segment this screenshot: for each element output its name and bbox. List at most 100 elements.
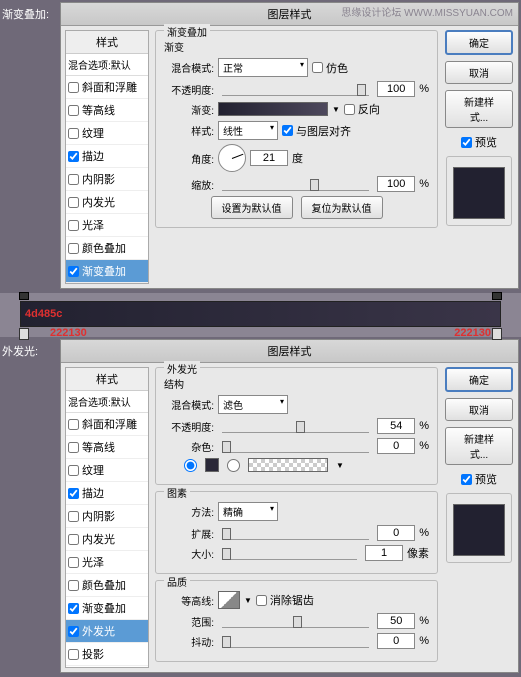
elements-title: 图素 xyxy=(164,485,190,500)
gradient-picker[interactable] xyxy=(218,102,328,116)
gradient-overlay-group: 渐变叠加 渐变 混合模式:正常仿色 不透明度:100% 渐变:▼反向 样式:线性… xyxy=(155,30,438,228)
style-contour-2[interactable]: 等高线 xyxy=(66,436,148,459)
blend-options-default-2[interactable]: 混合选项:默认 xyxy=(66,391,148,413)
range-label: 范围: xyxy=(164,614,214,629)
quality-title: 品质 xyxy=(164,574,190,589)
jitter-label: 抖动: xyxy=(164,634,214,649)
jitter-value[interactable]: 0 xyxy=(377,633,415,649)
style-satin-2[interactable]: 光泽 xyxy=(66,551,148,574)
ok-button[interactable]: 确定 xyxy=(445,30,513,55)
section-label-glow: 外发光: xyxy=(0,337,60,365)
gradient-style-select[interactable]: 线性 xyxy=(218,121,278,140)
color-radio-solid[interactable] xyxy=(184,459,197,472)
glow-opacity-value[interactable]: 54 xyxy=(377,418,415,434)
style-color-overlay[interactable]: 颜色叠加 xyxy=(66,237,148,260)
glow-color-swatch[interactable] xyxy=(205,458,219,472)
styles-header-2: 样式 xyxy=(66,368,148,391)
struct-label: 结构 xyxy=(164,376,429,391)
ok-button-2[interactable]: 确定 xyxy=(445,367,513,392)
color-radio-gradient[interactable] xyxy=(227,459,240,472)
style-satin[interactable]: 光泽 xyxy=(66,214,148,237)
preview-checkbox-2[interactable]: 预览 xyxy=(461,471,497,487)
style-bevel-2[interactable]: 斜面和浮雕 xyxy=(66,413,148,436)
glow-blend-select[interactable]: 滤色 xyxy=(218,395,288,414)
elements-group: 图素 方法:精确 扩展:0% 大小:1像素 xyxy=(155,491,438,574)
opacity-stop-left[interactable] xyxy=(19,292,29,300)
range-value[interactable]: 50 xyxy=(377,613,415,629)
scale-value[interactable]: 100 xyxy=(377,176,415,192)
cancel-button-2[interactable]: 取消 xyxy=(445,398,513,421)
range-slider[interactable] xyxy=(222,614,369,628)
style-inner-shadow[interactable]: 内阴影 xyxy=(66,168,148,191)
style-inner-glow-2[interactable]: 内发光 xyxy=(66,528,148,551)
style-gradient-overlay-2[interactable]: 渐变叠加 xyxy=(66,597,148,620)
size-slider[interactable] xyxy=(222,546,357,560)
blend-mode-label: 混合模式: xyxy=(164,60,214,75)
gradient-editor-strip: 4d485c 222130 222130 xyxy=(0,293,521,337)
preview-swatch-box xyxy=(446,156,512,226)
reset-default-button[interactable]: 复位为默认值 xyxy=(301,196,383,219)
noise-label: 杂色: xyxy=(164,439,214,454)
spread-slider[interactable] xyxy=(222,526,369,540)
new-style-button[interactable]: 新建样式... xyxy=(445,90,513,128)
preview-swatch xyxy=(453,167,505,219)
size-value[interactable]: 1 xyxy=(365,545,403,561)
dither-checkbox[interactable]: 仿色 xyxy=(312,60,348,76)
spread-value[interactable]: 0 xyxy=(377,525,415,541)
angle-dial[interactable] xyxy=(218,144,246,172)
color-label-left: 222130 xyxy=(50,327,87,339)
styles-list: 样式 混合选项:默认 斜面和浮雕 等高线 纹理 描边 内阴影 内发光 光泽 颜色… xyxy=(65,30,149,284)
gradient-bar[interactable]: 4d485c xyxy=(20,301,501,327)
spread-label: 扩展: xyxy=(164,526,214,541)
color-label-right: 222130 xyxy=(454,327,491,339)
method-select[interactable]: 精确 xyxy=(218,502,278,521)
method-label: 方法: xyxy=(164,504,214,519)
blend-options-default[interactable]: 混合选项:默认 xyxy=(66,54,148,76)
anti-alias-checkbox[interactable]: 消除锯齿 xyxy=(256,592,314,608)
contour-picker[interactable] xyxy=(218,591,240,609)
style-texture-2[interactable]: 纹理 xyxy=(66,459,148,482)
blend-mode-select[interactable]: 正常 xyxy=(218,58,308,77)
style-gradient-overlay[interactable]: 渐变叠加 xyxy=(66,260,148,283)
outer-glow-group: 外发光 结构 混合模式:滤色 不透明度:54% 杂色:0% ▼ xyxy=(155,367,438,485)
section-label-gradient: 渐变叠加: xyxy=(0,0,60,28)
group-title: 渐变叠加 xyxy=(164,24,210,39)
style-outer-glow-2[interactable]: 外发光 xyxy=(66,620,148,643)
style-inner-shadow-2[interactable]: 内阴影 xyxy=(66,505,148,528)
group-title-glow: 外发光 xyxy=(164,361,200,376)
glow-gradient-picker[interactable] xyxy=(248,458,328,472)
style-inner-glow[interactable]: 内发光 xyxy=(66,191,148,214)
color-stop-left[interactable] xyxy=(19,328,29,340)
noise-slider[interactable] xyxy=(222,439,369,453)
preview-swatch-box-2 xyxy=(446,493,512,563)
reverse-checkbox[interactable]: 反向 xyxy=(344,101,380,117)
jitter-slider[interactable] xyxy=(222,634,369,648)
layer-style-dialog-glow: 图层样式 样式 混合选项:默认 斜面和浮雕 等高线 纹理 描边 内阴影 内发光 … xyxy=(60,339,519,673)
noise-value[interactable]: 0 xyxy=(377,438,415,454)
cancel-button[interactable]: 取消 xyxy=(445,61,513,84)
angle-label: 角度: xyxy=(164,151,214,166)
style-bevel[interactable]: 斜面和浮雕 xyxy=(66,76,148,99)
opacity-stop-right[interactable] xyxy=(492,292,502,300)
opacity-value[interactable]: 100 xyxy=(377,81,415,97)
set-default-button[interactable]: 设置为默认值 xyxy=(211,196,293,219)
style-color-overlay-2[interactable]: 颜色叠加 xyxy=(66,574,148,597)
color-label-mid: 4d485c xyxy=(25,308,62,320)
sub-label: 渐变 xyxy=(164,39,429,54)
align-checkbox[interactable]: 与图层对齐 xyxy=(282,123,351,139)
style-contour[interactable]: 等高线 xyxy=(66,99,148,122)
preview-checkbox[interactable]: 预览 xyxy=(461,134,497,150)
glow-opacity-label: 不透明度: xyxy=(164,419,214,434)
new-style-button-2[interactable]: 新建样式... xyxy=(445,427,513,465)
color-stop-right[interactable] xyxy=(492,328,502,340)
opacity-slider[interactable] xyxy=(222,82,369,96)
gradient-label: 渐变: xyxy=(164,102,214,117)
style-stroke-2[interactable]: 描边 xyxy=(66,482,148,505)
scale-slider[interactable] xyxy=(222,177,369,191)
style-texture[interactable]: 纹理 xyxy=(66,122,148,145)
style-stroke[interactable]: 描边 xyxy=(66,145,148,168)
glow-opacity-slider[interactable] xyxy=(222,419,369,433)
opacity-label: 不透明度: xyxy=(164,82,214,97)
angle-value[interactable]: 21 xyxy=(250,150,288,166)
size-label: 大小: xyxy=(164,546,214,561)
